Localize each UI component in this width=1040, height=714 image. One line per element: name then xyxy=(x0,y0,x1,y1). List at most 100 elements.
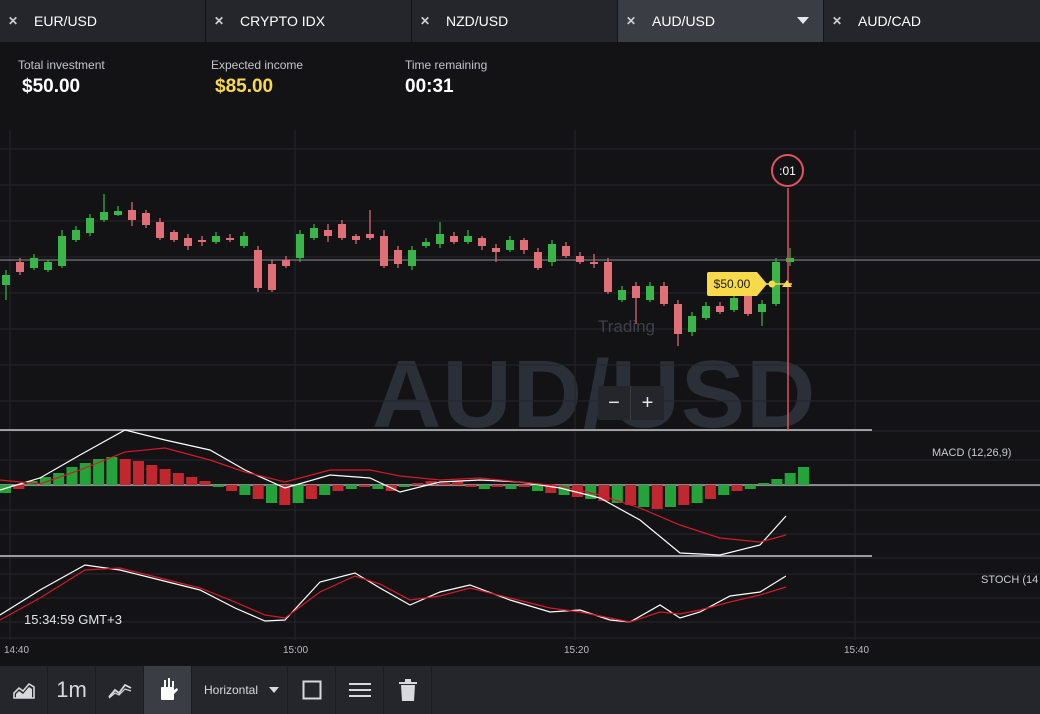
macd-histogram-bar xyxy=(518,485,530,487)
candle-body xyxy=(562,246,570,256)
drawing-mode-select[interactable]: Horizontal xyxy=(192,666,288,714)
candle-body xyxy=(534,252,542,268)
candle-body xyxy=(702,306,710,318)
rectangle-tool-button[interactable] xyxy=(288,666,336,714)
candle-body xyxy=(212,236,220,242)
macd-histogram-bar xyxy=(665,485,676,507)
candle-body xyxy=(744,296,752,314)
candle-body xyxy=(422,242,430,246)
candle-body xyxy=(114,211,122,215)
macd-label[interactable]: MACD (12,26,9) xyxy=(932,447,1011,459)
pen-tool-icon xyxy=(160,678,178,700)
x-tick-label: 15:40 xyxy=(844,645,870,656)
macd-histogram-bar xyxy=(345,485,357,489)
macd-histogram-bar xyxy=(412,483,424,485)
macd-histogram-bar xyxy=(478,485,490,489)
candle-body xyxy=(604,262,612,292)
macd-histogram-bar xyxy=(239,485,251,495)
macd-histogram-bar xyxy=(106,457,118,485)
trash-icon xyxy=(398,679,417,701)
candle-body xyxy=(226,238,234,240)
candle-body xyxy=(632,286,640,298)
stoch-label[interactable]: STOCH (14 xyxy=(981,574,1038,586)
server-clock: 15:34:59 GMT+3 xyxy=(24,612,122,627)
candle-body xyxy=(282,260,290,266)
macd-histogram-bar xyxy=(305,485,317,499)
candle-body xyxy=(72,230,80,240)
macd-histogram-bar xyxy=(332,485,344,491)
x-tick-label: 14:40 xyxy=(4,645,30,656)
zoom-in-button[interactable]: + xyxy=(631,386,664,420)
candle-body xyxy=(450,236,458,242)
candle-body xyxy=(254,250,262,288)
macd-histogram-bar xyxy=(691,485,703,503)
candle-body xyxy=(646,286,654,300)
candle-body xyxy=(338,224,346,238)
candle-body xyxy=(520,240,528,250)
candle-body xyxy=(268,264,276,290)
candle-body xyxy=(142,213,150,225)
macd-histogram-bar xyxy=(651,485,663,509)
macd-histogram-bar xyxy=(771,479,783,485)
macd-histogram-bar xyxy=(266,485,277,503)
bottom-toolbar: 1m Horizontal xyxy=(0,666,1040,714)
candle-body xyxy=(464,236,472,242)
candle-body xyxy=(380,236,388,266)
macd-histogram-bar xyxy=(372,485,384,489)
candle-body xyxy=(86,218,94,233)
candle-body xyxy=(716,306,724,312)
macd-histogram-bar xyxy=(704,485,716,499)
candle-body xyxy=(170,232,178,240)
candle-body xyxy=(408,250,416,266)
candle-body xyxy=(436,234,444,244)
trading-status: Trading xyxy=(598,317,656,336)
candle-body xyxy=(44,262,52,270)
candle-body xyxy=(786,258,794,262)
x-tick-label: 15:00 xyxy=(283,645,309,656)
timeframe-button[interactable]: 1m xyxy=(48,666,96,714)
macd-histogram-bar xyxy=(133,461,144,485)
macd-histogram-bar xyxy=(292,485,304,503)
macd-histogram-bar xyxy=(492,485,504,487)
chevron-down-icon xyxy=(269,687,279,693)
indicators-button[interactable] xyxy=(96,666,144,714)
candle-body xyxy=(506,240,514,250)
candle-body xyxy=(324,230,332,236)
candle-body xyxy=(100,212,108,220)
macd-histogram-bar xyxy=(758,483,770,485)
lines-tool-button[interactable] xyxy=(336,666,384,714)
candle-body xyxy=(352,236,360,240)
macd-histogram-bar xyxy=(119,459,131,485)
candle-body xyxy=(618,290,626,300)
macd-histogram-bar xyxy=(505,485,517,489)
lines-icon xyxy=(348,683,371,697)
candle-body xyxy=(548,244,556,262)
macd-histogram-bar xyxy=(226,485,238,491)
investment-price-tag: $50.00 xyxy=(707,272,767,296)
drawing-tools-button[interactable] xyxy=(144,666,192,714)
candle-body xyxy=(184,238,192,246)
price-chart[interactable] xyxy=(0,0,1040,666)
macd-histogram-bar xyxy=(252,485,264,499)
candle-body xyxy=(394,250,402,264)
macd-histogram-bar xyxy=(212,485,224,487)
expiry-timer-badge: :01 xyxy=(771,154,804,187)
candle-body xyxy=(590,262,598,264)
macd-histogram-bar xyxy=(199,481,211,485)
macd-histogram-bar xyxy=(625,485,637,505)
chart-type-button[interactable] xyxy=(0,666,48,714)
candle-body xyxy=(156,222,164,238)
candle-body xyxy=(660,286,668,304)
delete-drawings-button[interactable] xyxy=(384,666,432,714)
macd-histogram-bar xyxy=(172,473,184,485)
macd-histogram-bar xyxy=(784,473,796,485)
zoom-out-button[interactable]: − xyxy=(598,386,631,420)
x-tick-label: 15:20 xyxy=(564,645,590,656)
investment-point xyxy=(768,280,776,288)
candle-body xyxy=(240,236,248,246)
rectangle-icon xyxy=(302,680,321,700)
candle-body xyxy=(478,238,486,246)
candle-body xyxy=(296,234,304,258)
macd-histogram-bar xyxy=(718,485,730,495)
candle-body xyxy=(674,304,682,334)
